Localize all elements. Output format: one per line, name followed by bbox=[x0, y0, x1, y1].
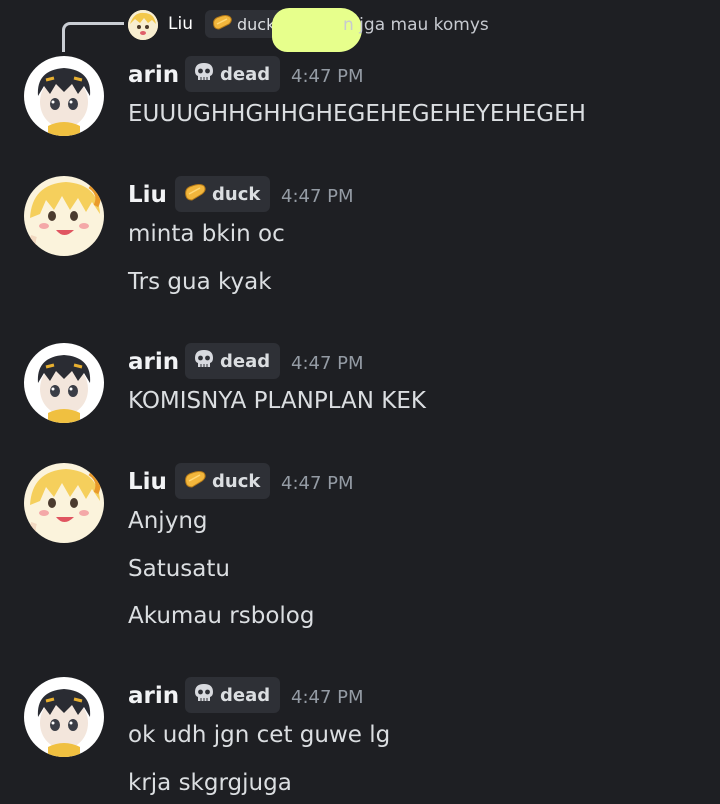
bread-icon bbox=[183, 182, 207, 207]
message-text: minta bkin oc bbox=[128, 221, 285, 247]
author-name[interactable]: arin bbox=[128, 349, 179, 375]
role-tag-label: dead bbox=[220, 350, 271, 372]
timestamp: 4:47 PM bbox=[291, 353, 364, 374]
author-name[interactable]: Liu bbox=[128, 469, 167, 495]
message-text: ok udh jgn cet guwe lg bbox=[128, 722, 391, 748]
avatar[interactable] bbox=[24, 463, 104, 543]
author-name[interactable]: arin bbox=[128, 62, 179, 88]
message-text: Akumau rsbolog bbox=[128, 603, 315, 629]
timestamp: 4:47 PM bbox=[291, 687, 364, 708]
message-text: krja skgrgjuga bbox=[128, 770, 292, 796]
message-text: KOMISNYA PLANPLAN KEK bbox=[128, 388, 426, 414]
role-tag-label: duck bbox=[212, 183, 261, 205]
message-text: Satusatu bbox=[128, 556, 230, 582]
bread-icon bbox=[211, 13, 233, 35]
role-tag-label: duck bbox=[212, 470, 261, 492]
reply-author[interactable]: Liu bbox=[168, 14, 193, 34]
timestamp: 4:47 PM bbox=[281, 473, 354, 494]
reply-tag-label: duck bbox=[237, 14, 276, 34]
reply-avatar bbox=[128, 10, 158, 40]
message-text: Trs gua kyak bbox=[128, 269, 272, 295]
role-tag: duck bbox=[175, 463, 271, 499]
reply-preview[interactable]: Liu duck n jga mau komys bbox=[0, 8, 720, 52]
skull-icon bbox=[193, 682, 215, 709]
role-tag-label: dead bbox=[220, 684, 271, 706]
skull-icon bbox=[193, 348, 215, 375]
reply-connector bbox=[62, 22, 124, 52]
message-text: EUUUGHHGHHGHEGEHEGEHEYEHEGEH bbox=[128, 101, 586, 127]
avatar[interactable] bbox=[24, 343, 104, 423]
author-name[interactable]: arin bbox=[128, 683, 179, 709]
role-tag-label: dead bbox=[220, 63, 271, 85]
role-tag: dead bbox=[185, 677, 281, 713]
timestamp: 4:47 PM bbox=[291, 66, 364, 87]
reply-text[interactable]: n jga mau komys bbox=[343, 15, 489, 35]
avatar[interactable] bbox=[24, 677, 104, 757]
avatar[interactable] bbox=[24, 56, 104, 136]
chat-log: Liu duck n jga mau komys arin dead 4:47 … bbox=[0, 0, 720, 804]
role-tag: dead bbox=[185, 343, 281, 379]
skull-icon bbox=[193, 61, 215, 88]
timestamp: 4:47 PM bbox=[281, 186, 354, 207]
avatar[interactable] bbox=[24, 176, 104, 256]
role-tag: dead bbox=[185, 56, 281, 92]
role-tag: duck bbox=[175, 176, 271, 212]
bread-icon bbox=[183, 469, 207, 494]
author-name[interactable]: Liu bbox=[128, 182, 167, 208]
message-text: Anjyng bbox=[128, 508, 208, 534]
